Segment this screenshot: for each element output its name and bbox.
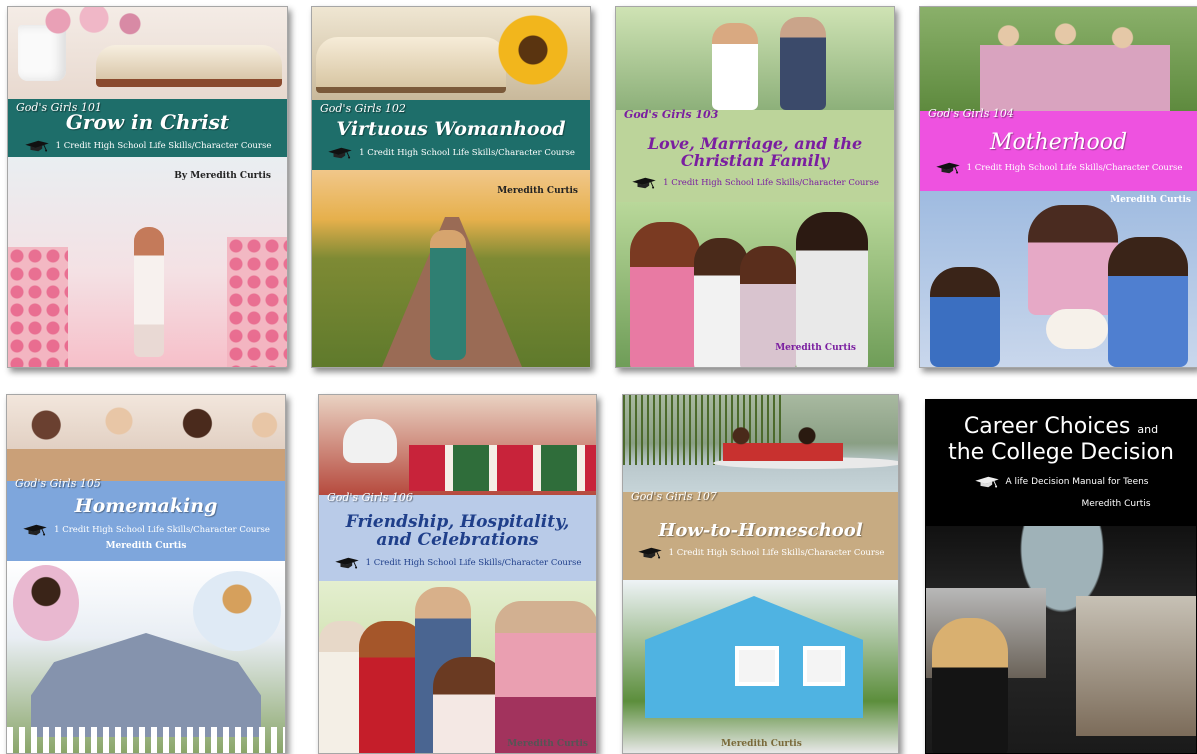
cover-image-top (623, 395, 898, 492)
city-window-right (1076, 596, 1196, 736)
book-author: Meredith Curtis (497, 186, 578, 196)
title-band: God's Girls 106 Friendship, Hospitality,… (319, 491, 596, 581)
book-subtitle: 1 Credit High School Life Skills/Charact… (54, 524, 270, 535)
open-bible-icon (316, 37, 506, 93)
rose-bush-right (227, 237, 287, 367)
book-title-line1: Career Choices (963, 414, 1131, 439)
book-author: Meredith Curtis (507, 739, 588, 749)
book-author: By Meredith Curtis (174, 171, 271, 181)
book-cover-virtuous-womanhood[interactable]: God's Girls 102 Virtuous Womanhood 1 Cre… (311, 6, 591, 368)
book-subtitle: 1 Credit High School Life Skills/Charact… (365, 557, 582, 568)
flowers-icon (22, 7, 142, 35)
white-fence (7, 727, 285, 753)
kayaker-figures (723, 425, 843, 461)
graduation-cap-icon (327, 146, 353, 160)
book-cover-friendship[interactable]: God's Girls 106 Friendship, Hospitality,… (318, 394, 597, 754)
book-cover-grow-in-christ[interactable]: God's Girls 101 Grow in Christ 1 Credit … (7, 6, 288, 368)
title-band: God's Girls 103 Love, Marriage, and the … (616, 108, 894, 202)
book-author: Meredith Curtis (105, 540, 187, 551)
groom-figure (780, 17, 826, 110)
cover-image-bottom (7, 561, 285, 753)
book-title-line2: the College Decision (948, 440, 1174, 466)
family-dinner-figure (7, 401, 285, 481)
cover-image-bottom: By Meredith Curtis (8, 157, 287, 367)
book-title: How-to-Homeschool (658, 519, 863, 541)
series-label: God's Girls 106 (327, 491, 413, 504)
book-title: Motherhood (989, 130, 1128, 156)
book-subtitle: 1 Credit High School Life Skills/Charact… (966, 162, 1183, 173)
cover-image-top (319, 395, 596, 495)
title-area: Career Choices and the College Decision … (926, 414, 1196, 509)
graduation-cap-icon (631, 176, 657, 190)
series-label: God's Girls 104 (928, 107, 1014, 120)
cleaning-circle-right (193, 571, 281, 651)
house-window-right (803, 646, 845, 686)
mother-figure (1028, 205, 1118, 315)
mother-figure (630, 222, 700, 367)
book-subtitle: 1 Credit High School Life Skills/Charact… (55, 140, 272, 151)
cat-icon (343, 419, 397, 463)
book-subtitle: 1 Credit High School Life Skills/Charact… (668, 548, 885, 559)
girls-group-figure (980, 17, 1170, 111)
cover-image-top (7, 395, 285, 481)
title-band: God's Girls 102 Virtuous Womanhood 1 Cre… (312, 100, 590, 170)
rose-bush-left (8, 247, 68, 367)
book-title: Homemaking (74, 495, 218, 518)
gift-boxes-icon (409, 445, 596, 491)
book-author: Meredith Curtis (775, 343, 856, 353)
family-members-right (495, 601, 596, 753)
cover-image-bottom: Meredith Curtis (920, 191, 1197, 367)
cover-image-bottom: Meredith Curtis (623, 580, 898, 753)
book-cover-how-to-homeschool[interactable]: God's Girls 107 How-to-Homeschool 1 Cred… (622, 394, 899, 754)
graduation-cap-icon (22, 523, 48, 537)
house-window-left (735, 646, 779, 686)
woman-figure (430, 230, 466, 360)
title-band: God's Girls 101 Grow in Christ 1 Credit … (8, 99, 287, 157)
book-title: Grow in Christ (65, 109, 230, 134)
sunflower-icon (496, 13, 570, 87)
pilot-figure (932, 618, 1008, 753)
graduation-cap-icon (24, 139, 50, 153)
cover-image-top (920, 7, 1197, 111)
cover-image-bottom: Meredith Curtis (312, 170, 590, 367)
cover-image-top (312, 7, 590, 100)
bride-figure (712, 23, 758, 110)
book-author: Meredith Curtis (1110, 195, 1191, 205)
series-label: God's Girls 101 (16, 101, 102, 114)
toddler-figure (930, 267, 1000, 367)
title-band: God's Girls 104 Motherhood 1 Credit High… (920, 107, 1197, 191)
cover-image-bottom: Meredith Curtis (319, 581, 596, 753)
baking-circle-left (13, 565, 79, 641)
cover-image-top (616, 7, 894, 110)
title-band: God's Girls 105 Homemaking 1 Credit High… (7, 477, 285, 561)
baby-figure (1046, 309, 1108, 349)
book-subtitle: A life Decision Manual for Teens (1005, 476, 1149, 487)
book-cover-career-choices[interactable]: Career Choices and the College Decision … (925, 399, 1197, 754)
graduation-cap-icon (637, 546, 663, 560)
book-title: Love, Marriage, and the Christian Family (647, 134, 863, 170)
book-subtitle: 1 Credit High School Life Skills/Charact… (359, 147, 575, 158)
open-bible-icon (96, 45, 282, 87)
series-label: God's Girls 105 (15, 477, 101, 490)
cover-image-bottom: Meredith Curtis (616, 202, 894, 367)
series-label: God's Girls 103 (624, 108, 719, 121)
title-band: God's Girls 107 How-to-Homeschool 1 Cred… (623, 490, 898, 580)
book-cover-love-marriage[interactable]: God's Girls 103 Love, Marriage, and the … (615, 6, 895, 368)
book-author: Meredith Curtis (1081, 498, 1151, 509)
graduation-cap-icon (935, 161, 961, 175)
book-title: Friendship, Hospitality, and Celebration… (345, 512, 570, 550)
girl-figure (1108, 237, 1188, 367)
book-subtitle: 1 Credit High School Life Skills/Charact… (663, 177, 879, 188)
book-title: Virtuous Womanhood (336, 118, 566, 141)
book-title-and: and (1137, 423, 1159, 436)
graduation-cap-icon (974, 475, 1000, 489)
cover-image-top (8, 7, 287, 99)
book-cover-homemaking[interactable]: God's Girls 105 Homemaking 1 Credit High… (6, 394, 286, 754)
book-cover-motherhood[interactable]: God's Girls 104 Motherhood 1 Credit High… (919, 6, 1197, 368)
series-label: God's Girls 107 (631, 490, 717, 503)
graduation-cap-icon (334, 556, 360, 570)
book-author: Meredith Curtis (721, 739, 802, 749)
series-label: God's Girls 102 (320, 102, 406, 115)
girl-figure (134, 227, 164, 357)
